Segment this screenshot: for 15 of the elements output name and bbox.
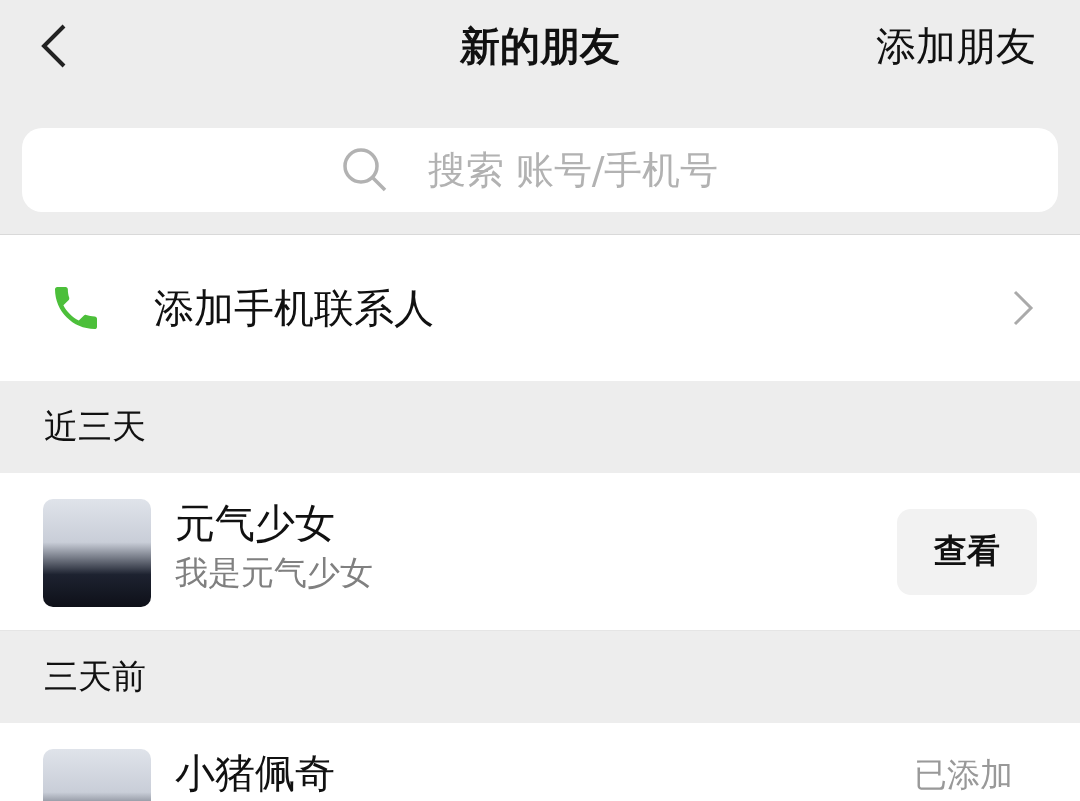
section-header: 近三天 — [44, 405, 146, 448]
contact-name: 元气少女 — [175, 499, 336, 548]
friend-request-row[interactable]: 元气少女 我是元气少女 查看 — [0, 473, 1080, 631]
view-button[interactable]: 查看 — [897, 508, 1037, 595]
page-title: 新的朋友 — [460, 22, 620, 69]
contact-name: 小猪佩奇 — [175, 749, 336, 798]
add-phone-contacts-item[interactable]: 添加手机联系人 — [0, 235, 1080, 381]
friend-request-row[interactable]: 小猪佩奇 已添加 — [0, 723, 1080, 801]
chevron-right-icon — [1012, 289, 1034, 327]
add-phone-contacts-label: 添加手机联系人 — [154, 283, 435, 333]
section-header: 三天前 — [44, 655, 146, 698]
added-status: 已添加 — [914, 754, 1013, 796]
request-message: 我是元气少女 — [175, 552, 374, 594]
add-friends-button[interactable]: 添加朋友 — [876, 18, 1036, 74]
search-field[interactable]: 搜索 账号/手机号 — [22, 128, 1058, 212]
